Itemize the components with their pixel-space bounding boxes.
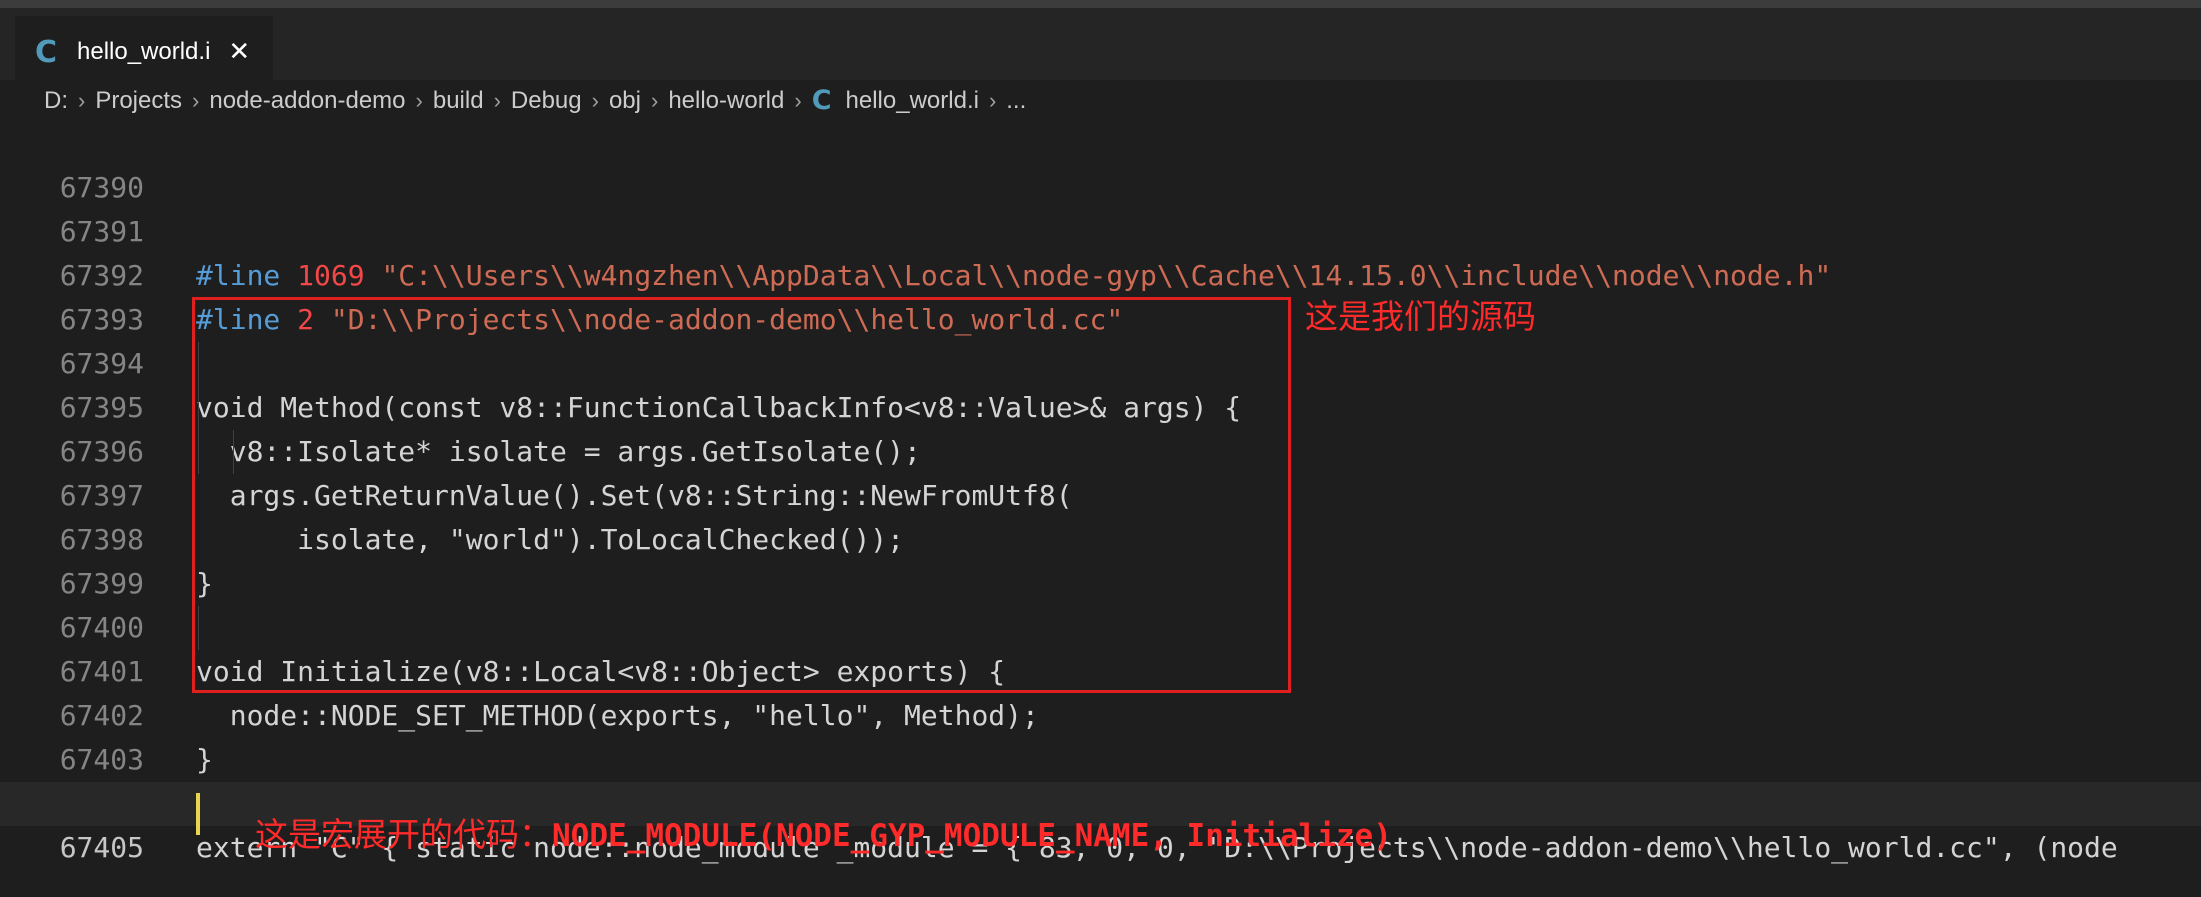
breadcrumb-item-node-addon-demo[interactable]: node-addon-demo xyxy=(209,87,405,115)
c-file-icon: C xyxy=(811,85,832,116)
annotation-macro-code: NODE_MODULE(NODE_GYP_MODULE_NAME, Initia… xyxy=(552,818,1392,854)
breadcrumb-item-debug[interactable]: Debug xyxy=(511,87,582,115)
tab-label: hello_world.i xyxy=(77,38,211,65)
breadcrumb-item-obj[interactable]: obj xyxy=(609,87,641,115)
code-line: 67391 #line 1069 "C:\\Users\\w4ngzhen\\A… xyxy=(0,166,2201,292)
chevron-right-icon: › xyxy=(493,87,501,113)
tab-bar: C hello_world.i ✕ xyxy=(0,8,2201,88)
breadcrumb-item-build[interactable]: build xyxy=(433,87,484,115)
annotation-macro-expansion: 这是宏展开的代码：NODE_MODULE(NODE_GYP_MODULE_NAM… xyxy=(255,808,1392,856)
breadcrumb-item-projects[interactable]: Projects xyxy=(95,87,182,115)
chevron-right-icon: › xyxy=(650,87,659,113)
chevron-right-icon: › xyxy=(192,87,200,113)
highlight-box xyxy=(192,297,1291,693)
breadcrumb-item-file[interactable]: hello_world.i xyxy=(846,87,979,115)
breadcrumb: D: › Projects › node-addon-demo › build … xyxy=(0,80,2201,121)
chevron-right-icon: › xyxy=(988,87,997,113)
chevron-right-icon: › xyxy=(78,87,86,113)
chevron-right-icon: › xyxy=(415,87,423,113)
code-line: 67390 xyxy=(0,122,2201,204)
breadcrumb-ellipsis[interactable]: ... xyxy=(1006,87,1026,115)
text-cursor xyxy=(196,793,200,835)
breadcrumb-item-hello-world[interactable]: hello-world xyxy=(668,87,784,115)
breadcrumb-item-drive[interactable]: D: xyxy=(44,87,68,115)
code-line: 67403 xyxy=(0,694,2201,776)
close-icon[interactable]: ✕ xyxy=(228,37,250,67)
code-line: 67393 xyxy=(0,254,2201,336)
code-line: 67392 #line 2 "D:\\Projects\\node-addon-… xyxy=(0,210,2201,336)
window-top-strip xyxy=(0,0,2201,8)
annotation-macro-label: 这是宏展开的代码： xyxy=(255,815,552,854)
c-file-icon: C xyxy=(35,34,58,70)
tab-hello-world-i[interactable]: C hello_world.i ✕ xyxy=(15,16,273,88)
chevron-right-icon: › xyxy=(591,87,599,113)
line-number: 67405 xyxy=(59,831,144,864)
code-line: 67404 extern "C" { static node::node_mod… xyxy=(0,738,2201,864)
annotation-source-code: 这是我们的源码 xyxy=(1305,297,1536,336)
chevron-right-icon: › xyxy=(794,87,802,113)
